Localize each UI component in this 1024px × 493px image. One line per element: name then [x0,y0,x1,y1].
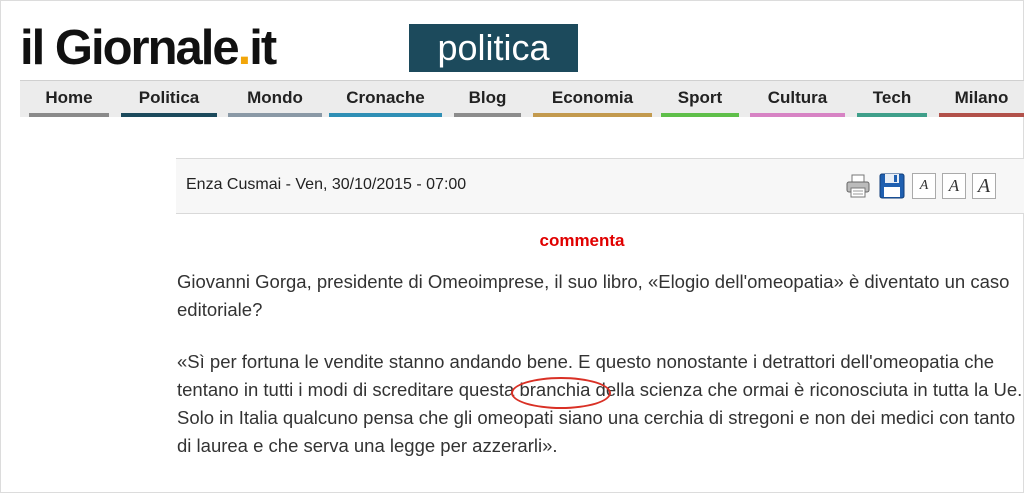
nav-item-economia[interactable]: Economia [533,81,652,117]
nav-item-blog[interactable]: Blog [454,81,521,117]
logo-dot: . [237,21,252,75]
article-tools: A A A [844,171,996,201]
save-icon[interactable] [878,172,906,200]
nav-item-mondo[interactable]: Mondo [228,81,322,117]
answer-paragraph: «Sì per fortuna le vendite stanno andand… [177,348,1024,460]
publish-date: Ven, 30/10/2015 - 07:00 [295,176,467,193]
nav-item-tech[interactable]: Tech [857,81,927,117]
font-small-button[interactable]: A [912,173,936,199]
site-logo[interactable]: il Giornale.it [20,18,277,78]
byline: Enza Cusmai - Ven, 30/10/2015 - 07:00 [186,176,466,194]
highlighted-word: branchia [511,377,612,409]
font-large-button[interactable]: A [972,173,996,199]
nav-item-politica[interactable]: Politica [121,81,217,117]
logo-main: il Giornale [20,21,240,75]
section-badge[interactable]: politica [409,24,578,72]
nav-item-cronache[interactable]: Cronache [329,81,442,117]
article-header: Enza Cusmai - Ven, 30/10/2015 - 07:00 A … [176,158,1024,214]
nav-item-home[interactable]: Home [29,81,109,117]
question-paragraph: Giovanni Gorga, presidente di Omeoimpres… [177,271,1010,320]
nav-item-cultura[interactable]: Cultura [750,81,845,117]
main-nav: Home Politica Mondo Cronache Blog Econom… [20,80,1024,117]
print-icon[interactable] [844,172,872,200]
comment-link[interactable]: commenta [0,231,1024,251]
nav-item-sport[interactable]: Sport [661,81,739,117]
author-name[interactable]: Enza Cusmai [186,176,281,193]
font-medium-button[interactable]: A [942,173,966,199]
byline-separator: - [281,176,296,193]
highlight-circle [511,377,612,409]
nav-item-milano[interactable]: Milano [939,81,1024,117]
article-body: Giovanni Gorga, presidente di Omeoimpres… [177,268,1024,484]
logo-tld: it [249,21,277,75]
